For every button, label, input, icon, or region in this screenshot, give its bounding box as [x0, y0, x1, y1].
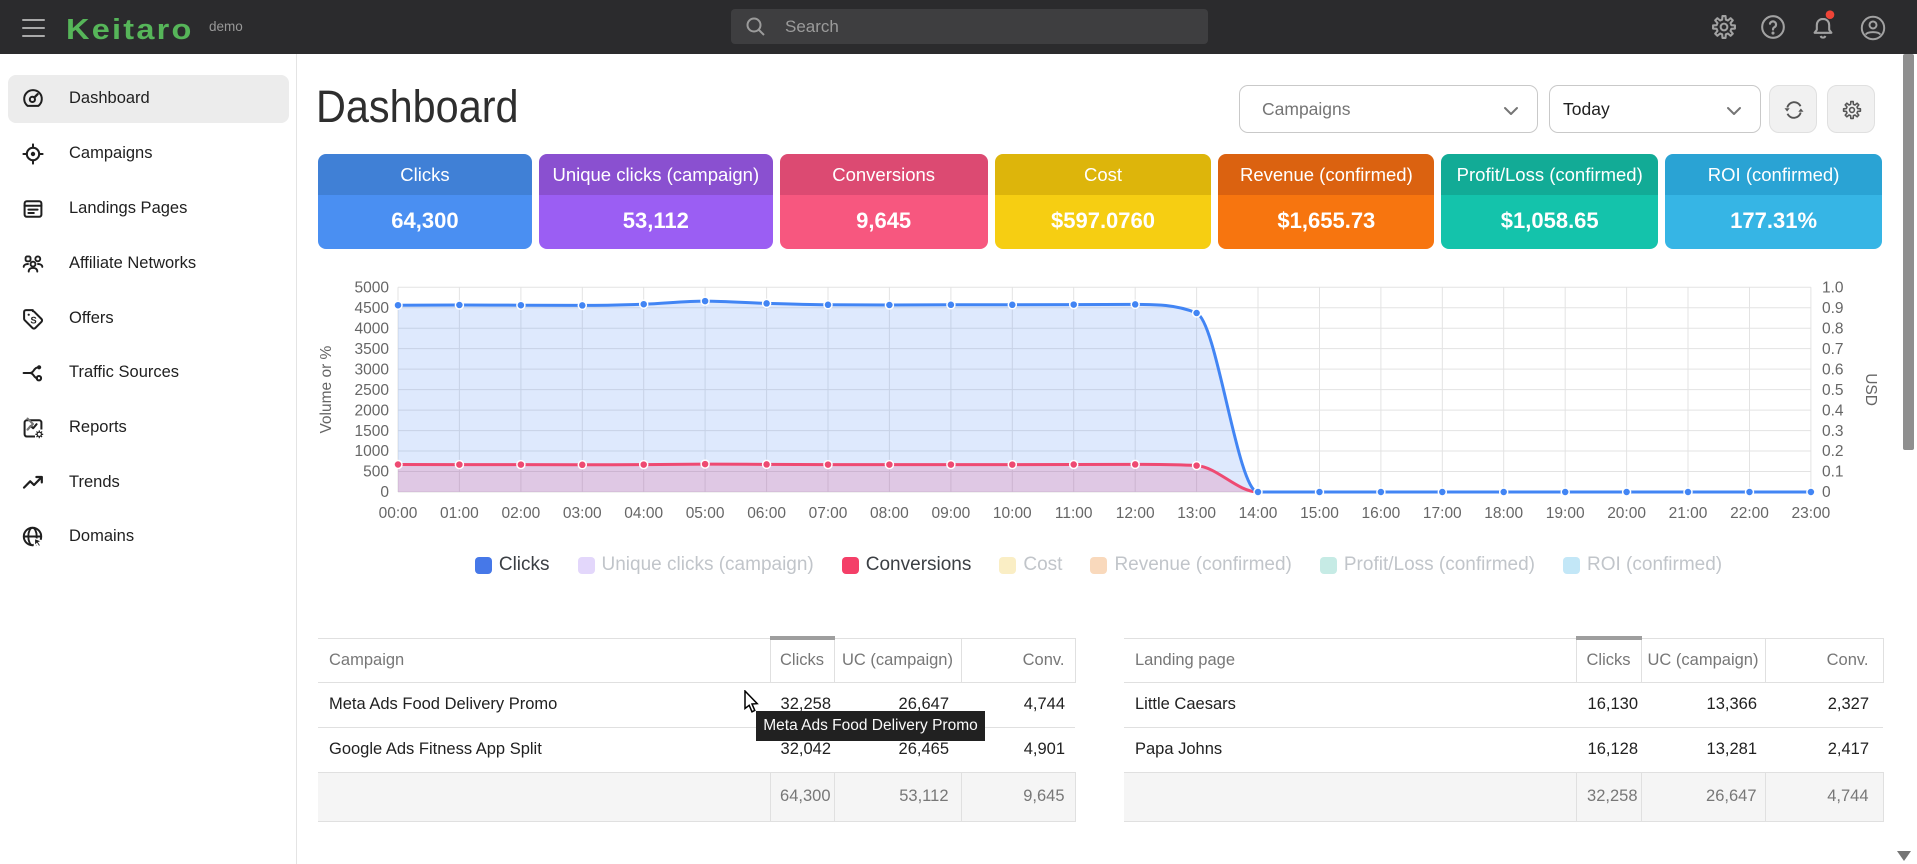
svg-text:05:00: 05:00: [686, 505, 725, 522]
svg-text:09:00: 09:00: [932, 505, 971, 522]
svg-text:0.6: 0.6: [1822, 361, 1844, 378]
svg-text:4500: 4500: [355, 300, 390, 317]
svg-text:06:00: 06:00: [747, 505, 786, 522]
svg-text:0.8: 0.8: [1822, 320, 1844, 337]
svg-text:18:00: 18:00: [1484, 505, 1523, 522]
svg-text:13:00: 13:00: [1177, 505, 1216, 522]
svg-text:5000: 5000: [355, 279, 390, 296]
svg-text:3000: 3000: [355, 361, 390, 378]
svg-text:21:00: 21:00: [1669, 505, 1708, 522]
svg-text:0.7: 0.7: [1822, 341, 1844, 358]
svg-text:19:00: 19:00: [1546, 505, 1585, 522]
svg-text:0.4: 0.4: [1822, 402, 1844, 419]
svg-text:04:00: 04:00: [624, 505, 663, 522]
svg-text:02:00: 02:00: [502, 505, 541, 522]
svg-text:0.5: 0.5: [1822, 382, 1844, 399]
svg-text:10:00: 10:00: [993, 505, 1032, 522]
svg-text:0: 0: [380, 484, 389, 501]
svg-text:2500: 2500: [355, 382, 390, 399]
svg-text:08:00: 08:00: [870, 505, 909, 522]
svg-text:1000: 1000: [355, 443, 390, 460]
svg-text:0.1: 0.1: [1822, 464, 1844, 481]
svg-text:22:00: 22:00: [1730, 505, 1769, 522]
svg-text:S: S: [30, 315, 37, 326]
svg-text:14:00: 14:00: [1239, 505, 1278, 522]
svg-text:07:00: 07:00: [809, 505, 848, 522]
svg-text:17:00: 17:00: [1423, 505, 1462, 522]
svg-text:0.3: 0.3: [1822, 423, 1844, 440]
svg-text:00:00: 00:00: [379, 505, 418, 522]
svg-text:16:00: 16:00: [1362, 505, 1401, 522]
svg-text:2000: 2000: [355, 402, 390, 419]
svg-text:1500: 1500: [355, 423, 390, 440]
svg-text:1.0: 1.0: [1822, 279, 1844, 296]
svg-text:12:00: 12:00: [1116, 505, 1155, 522]
svg-text:23:00: 23:00: [1792, 505, 1831, 522]
svg-text:11:00: 11:00: [1055, 505, 1093, 522]
svg-text:4000: 4000: [355, 320, 390, 337]
svg-text:3500: 3500: [355, 341, 390, 358]
svg-text:USD: USD: [1862, 373, 1879, 406]
svg-text:0: 0: [1822, 484, 1831, 501]
svg-text:0.2: 0.2: [1822, 443, 1844, 460]
svg-text:20:00: 20:00: [1607, 505, 1646, 522]
svg-text:500: 500: [363, 464, 389, 481]
svg-text:Volume or %: Volume or %: [318, 345, 335, 433]
svg-text:03:00: 03:00: [563, 505, 602, 522]
svg-text:15:00: 15:00: [1300, 505, 1339, 522]
svg-text:0.9: 0.9: [1822, 300, 1844, 317]
svg-text:01:00: 01:00: [440, 505, 479, 522]
